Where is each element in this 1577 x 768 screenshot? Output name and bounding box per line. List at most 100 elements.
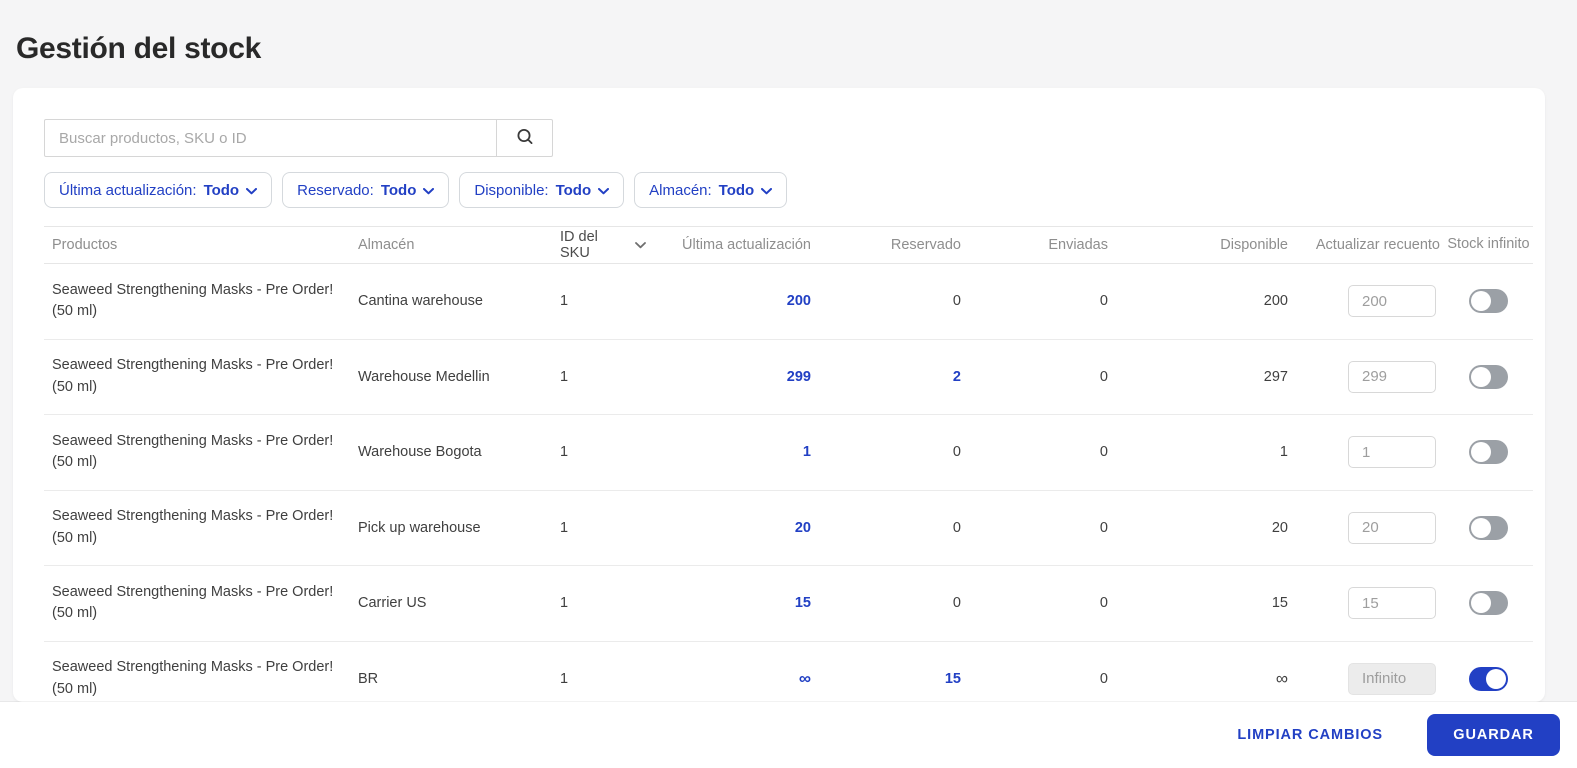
filter-bar: Última actualización: Todo Reservado: To…	[44, 172, 1533, 208]
product-name: Seaweed Strengthening Masks - Pre Order!…	[52, 508, 334, 546]
shipped-value: 0	[1099, 368, 1108, 385]
product-name: Seaweed Strengthening Masks - Pre Order!…	[52, 281, 334, 320]
table-row: Seaweed Strengthening Masks - Pre Order!…	[44, 264, 1533, 340]
col-header-reservado: Reservado	[890, 237, 961, 253]
last-update-link[interactable]: 20	[795, 520, 811, 536]
toggle-knob	[1486, 668, 1506, 689]
filter-reservado[interactable]: Reservado: Todo	[282, 172, 450, 208]
filter-label: Reservado:	[297, 181, 374, 199]
clear-changes-button[interactable]: LIMPIAR CAMBIOS	[1231, 726, 1389, 744]
filter-almacen[interactable]: Almacén: Todo	[634, 172, 788, 208]
infinite-stock-toggle[interactable]	[1469, 289, 1508, 314]
filter-label: Disponible:	[474, 181, 549, 199]
toggle-knob	[1471, 517, 1491, 538]
page-title: Gestión del stock	[16, 32, 261, 66]
warehouse-name: Cantina warehouse	[358, 293, 483, 310]
product-name: Seaweed Strengthening Masks - Pre Order!…	[52, 583, 334, 622]
count-input[interactable]	[1348, 662, 1436, 695]
shipped-value: 0	[1099, 293, 1108, 310]
infinite-stock-toggle[interactable]	[1469, 591, 1508, 616]
shipped-value: 0	[1099, 519, 1108, 536]
sort-chevron-down-icon	[635, 237, 646, 253]
infinite-stock-toggle[interactable]	[1469, 364, 1508, 389]
last-update-link[interactable]: 15	[795, 595, 811, 611]
toggle-knob	[1471, 442, 1491, 463]
available-value: 15	[1271, 595, 1288, 612]
reserved-value: 0	[952, 444, 961, 461]
toggle-knob	[1471, 593, 1491, 614]
count-input[interactable]	[1348, 587, 1436, 620]
filter-label: Última actualización:	[59, 181, 197, 199]
col-header-stock-infinito: Stock infinito	[1447, 236, 1530, 253]
chevron-down-icon	[246, 182, 258, 199]
warehouse-name: Warehouse Medellin	[358, 368, 490, 385]
product-name: Seaweed Strengthening Masks - Pre Order!…	[52, 432, 334, 471]
toggle-knob	[1471, 291, 1491, 312]
warehouse-name: Pick up warehouse	[358, 519, 481, 536]
filter-value: Todo	[203, 181, 240, 199]
sku-value: 1	[560, 444, 569, 461]
available-value: ∞	[1275, 668, 1288, 688]
filter-label: Almacén:	[649, 181, 712, 199]
col-header-ultima-actualizacion: Última actualización	[682, 237, 811, 253]
col-header-disponible: Disponible	[1220, 237, 1288, 253]
last-update-link[interactable]: 299	[787, 369, 811, 385]
table-row: Seaweed Strengthening Masks - Pre Order!…	[44, 415, 1533, 491]
table-row: Seaweed Strengthening Masks - Pre Order!…	[44, 340, 1533, 415]
col-header-id-del-sku[interactable]: ID del SKU	[556, 229, 646, 261]
table-row: Seaweed Strengthening Masks - Pre Order!…	[44, 642, 1533, 703]
product-name: Seaweed Strengthening Masks - Pre Order!…	[52, 659, 334, 697]
shipped-value: 0	[1099, 670, 1108, 687]
infinite-stock-toggle[interactable]	[1469, 515, 1508, 540]
available-value: 200	[1263, 293, 1288, 310]
search-bar	[44, 119, 1533, 157]
available-value: 1	[1279, 444, 1288, 461]
toggle-knob	[1471, 366, 1491, 387]
search-input[interactable]	[44, 119, 497, 157]
col-header-actualizar-recuento: Actualizar recuento	[1315, 237, 1440, 253]
search-icon	[515, 127, 535, 150]
table-header: Productos Almacén ID del SKU Última actu…	[44, 226, 1533, 264]
infinite-stock-toggle[interactable]	[1469, 666, 1508, 691]
table-row: Seaweed Strengthening Masks - Pre Order!…	[44, 566, 1533, 642]
search-button[interactable]	[496, 119, 553, 157]
chevron-down-icon	[761, 182, 773, 199]
reserved-link[interactable]: 15	[945, 671, 961, 687]
chevron-down-icon	[423, 182, 435, 199]
sku-value: 1	[560, 368, 569, 385]
count-input[interactable]	[1348, 285, 1436, 318]
available-value: 20	[1271, 519, 1288, 536]
sku-value: 1	[560, 293, 569, 310]
filter-ultima-actualizacion[interactable]: Última actualización: Todo	[44, 172, 273, 208]
count-input[interactable]	[1348, 360, 1436, 393]
reserved-link[interactable]: 2	[953, 369, 961, 385]
product-name: Seaweed Strengthening Masks - Pre Order!…	[52, 357, 334, 395]
col-header-label: ID del SKU	[560, 229, 598, 261]
stock-card: Última actualización: Todo Reservado: To…	[13, 88, 1545, 702]
last-update-link[interactable]: ∞	[799, 669, 811, 688]
filter-value: Todo	[718, 181, 755, 199]
infinite-stock-toggle[interactable]	[1469, 440, 1508, 465]
warehouse-name: Carrier US	[358, 595, 427, 612]
reserved-value: 0	[952, 293, 961, 310]
count-input[interactable]	[1348, 511, 1436, 544]
reserved-value: 0	[952, 519, 961, 536]
last-update-link[interactable]: 1	[803, 444, 811, 460]
filter-value: Todo	[380, 181, 417, 199]
warehouse-name: Warehouse Bogota	[358, 444, 482, 461]
shipped-value: 0	[1099, 444, 1108, 461]
filter-value: Todo	[555, 181, 592, 199]
available-value: 297	[1263, 368, 1288, 385]
col-header-almacen: Almacén	[358, 237, 415, 253]
action-bar: LIMPIAR CAMBIOS GUARDAR	[0, 702, 1577, 768]
sku-value: 1	[560, 595, 569, 612]
save-button[interactable]: GUARDAR	[1427, 714, 1560, 756]
filter-disponible[interactable]: Disponible: Todo	[459, 172, 625, 208]
count-input[interactable]	[1348, 436, 1436, 469]
reserved-value: 0	[952, 595, 961, 612]
table-row: Seaweed Strengthening Masks - Pre Order!…	[44, 491, 1533, 566]
shipped-value: 0	[1099, 595, 1108, 612]
last-update-link[interactable]: 200	[787, 293, 811, 309]
warehouse-name: BR	[358, 670, 379, 687]
chevron-down-icon	[598, 182, 610, 199]
